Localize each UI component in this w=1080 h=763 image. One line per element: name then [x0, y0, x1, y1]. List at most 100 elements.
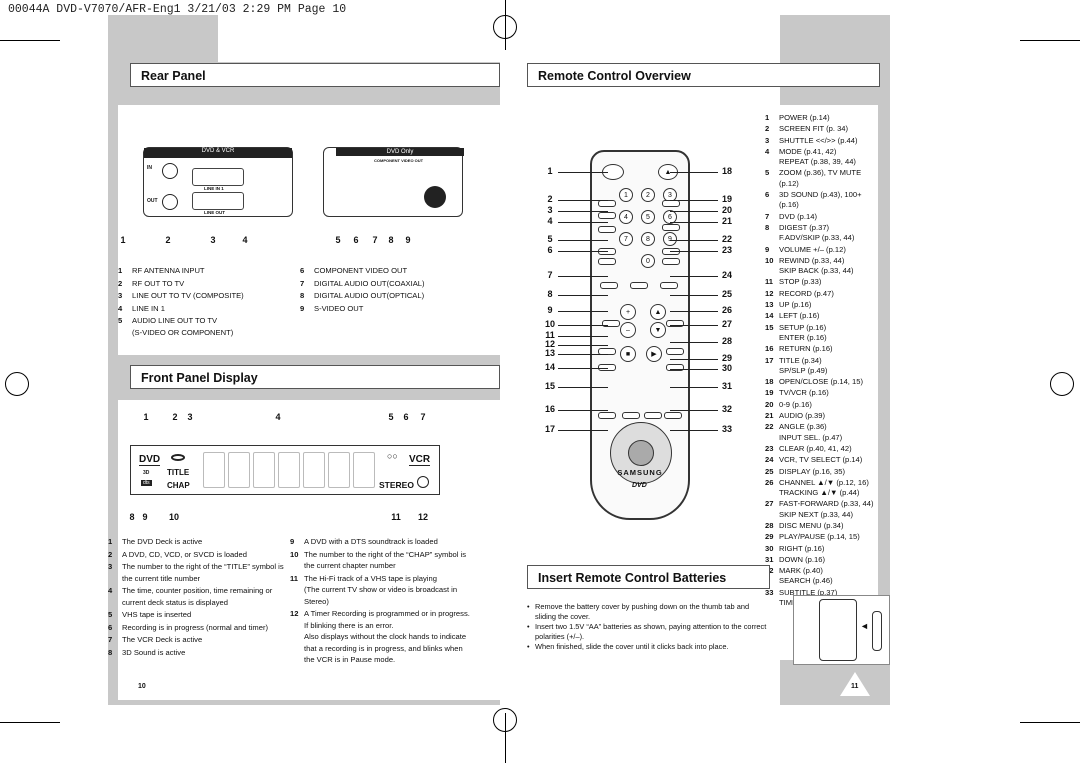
item-number: 29	[765, 532, 774, 542]
remote-button	[664, 412, 682, 419]
item-text: DOWN (p.16)	[779, 554, 825, 564]
item-number: 31	[765, 554, 774, 564]
callout-number: 13	[544, 348, 556, 358]
leader-line	[558, 387, 608, 388]
callout-number: 14	[544, 362, 556, 372]
leader-line	[558, 368, 608, 369]
seven-segment-digit	[228, 452, 250, 488]
item-text: RIGHT (p.16)	[779, 543, 825, 553]
dvd-indicator: DVD	[139, 454, 161, 466]
callout-number: 9	[547, 305, 553, 315]
remote-illustration: ▲ 1 2 3 4 5 6 7 8 9 0 + – ▲ ▼ ■ ▶ SAMSUNG DVD	[590, 150, 690, 520]
leader-line	[558, 200, 608, 201]
list-item: 5 AUDIO LINE OUT TO TV (S-VIDEO OR COMPON…	[118, 315, 298, 338]
list-item: 24 VCR, TV SELECT (p.14)	[765, 455, 880, 465]
number-button: 7	[619, 232, 633, 246]
list-item: 10 The number to the right of the “CHAP” …	[290, 549, 500, 572]
leader-line	[670, 410, 718, 411]
list-item: 4 LINE IN 1	[118, 303, 298, 315]
item-text: AUDIO (p.39)	[779, 411, 825, 421]
battery-compartment	[819, 599, 857, 661]
list-item: 1 RF ANTENNA INPUT	[118, 265, 298, 277]
item-number: 1	[108, 537, 113, 546]
item-text: SETUP (p.16) ENTER (p.16)	[779, 322, 827, 342]
item-number: 6	[765, 190, 770, 200]
list-item: 20 0-9 (p.16)	[765, 400, 880, 410]
list-item: 29 PLAY/PAUSE (p.14, 15)	[765, 532, 880, 542]
callout-number: 19	[721, 194, 733, 204]
list-item: 5 ZOOM (p.36), TV MUTE (p.12)	[765, 168, 880, 189]
bullet-item: • Insert two 1.5V “AA” batteries as shown…	[527, 622, 767, 641]
item-number: 7	[108, 635, 113, 644]
leader-line	[558, 345, 608, 346]
item-number: 3	[765, 135, 770, 145]
page-number-right: 11	[851, 683, 859, 690]
batteries-heading: Insert Remote Control Batteries	[527, 565, 770, 589]
title-indicator: TITLE	[167, 468, 190, 477]
leader-line	[558, 222, 608, 223]
item-number: 21	[765, 411, 774, 421]
callout-number: 16	[544, 404, 556, 414]
item-text: The DVD Deck is active	[122, 537, 203, 546]
item-number: 9	[765, 244, 770, 254]
list-item: 12 A Timer Recording is programmed or in …	[290, 608, 500, 666]
list-item: 2 SCREEN FIT (p. 34)	[765, 124, 880, 134]
leader-line	[670, 172, 718, 173]
callout-number: 33	[721, 424, 733, 434]
item-number: 20	[765, 399, 774, 409]
list-item: 12 RECORD (p.47)	[765, 289, 880, 299]
item-text: COMPONENT VIDEO OUT	[314, 266, 408, 275]
callout-number: 20	[721, 205, 733, 215]
list-item: 10 REWIND (p.33, 44) SKIP BACK (p.33, 44)	[765, 256, 880, 277]
disc-icon	[171, 454, 185, 461]
leader-line	[558, 211, 608, 212]
leader-line	[558, 325, 608, 326]
rear-panel-section: DVD & VCR IN OUT LINE IN 1 LINE OUT DVD …	[118, 105, 500, 355]
component-label: COMPONENT VIDEO OUT	[374, 158, 424, 163]
list-item: 17 TITLE (p.34) SP/SLP (p.49)	[765, 356, 880, 377]
item-text: LEFT (p.16)	[779, 311, 820, 321]
leader-line	[558, 276, 608, 277]
item-number: 9	[290, 537, 295, 546]
remote-button	[666, 348, 684, 355]
item-number: 5	[765, 168, 770, 178]
bullet-text: Insert two 1.5V “AA” batteries as shown,…	[535, 622, 767, 641]
crop-mark	[0, 722, 60, 723]
leader-line	[558, 311, 608, 312]
svideo-jack	[424, 186, 446, 208]
callout-number: 9	[142, 512, 148, 522]
callout-number: 26	[721, 305, 733, 315]
3d-indicator: 3D	[143, 470, 150, 476]
item-text: DISC MENU (p.34)	[779, 520, 844, 530]
callout-number: 25	[721, 289, 733, 299]
bullet-text: When finished, slide the cover until it …	[535, 642, 729, 651]
item-text: STOP (p.33)	[779, 277, 822, 287]
item-number: 3	[108, 562, 113, 571]
callout-number: 21	[721, 216, 733, 226]
front-panel-section: DVD 3D dts TITLE CHAP ○○ VCR STEREO 1234…	[108, 400, 500, 700]
leader-line	[670, 240, 718, 241]
callout-number: 6	[547, 245, 553, 255]
list-item: 15 SETUP (p.16) ENTER (p.16)	[765, 323, 880, 344]
list-item: 11 STOP (p.33)	[765, 277, 880, 287]
item-text: VHS tape is inserted	[122, 610, 192, 619]
list-item: 7 The VCR Deck is active	[108, 634, 298, 646]
item-number: 11	[290, 573, 299, 583]
item-number: 24	[765, 455, 774, 465]
item-text: The number to the right of the “TITLE” s…	[122, 562, 284, 583]
seven-segment-digit	[328, 452, 350, 488]
seven-segment-digit	[353, 452, 375, 488]
list-item: 22 ANGLE (p.36) INPUT SEL. (p.47)	[765, 422, 880, 443]
remote-button	[662, 258, 680, 265]
item-text: The Hi-Fi track of a VHS tape is playing…	[304, 573, 458, 606]
item-text: A Timer Recording is programmed or in pr…	[304, 609, 470, 664]
item-number: 6	[108, 622, 113, 632]
item-text: DIGEST (p.37) F.ADV/SKIP (p.33, 44)	[779, 222, 855, 243]
callout-number: 1	[547, 166, 553, 176]
leader-line	[558, 430, 608, 431]
arrow-left-icon: ◄	[860, 621, 869, 631]
callout-number: 22	[721, 234, 733, 244]
item-number: 8	[765, 222, 770, 232]
callout-number: 11	[391, 512, 401, 522]
callout-number: 5	[547, 234, 553, 244]
